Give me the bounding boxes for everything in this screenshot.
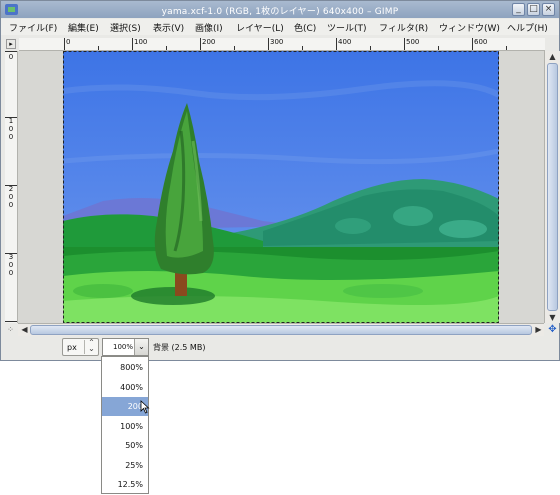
ruler-label: 300	[270, 38, 284, 46]
menu-file[interactable]: ファイル(F)	[9, 21, 57, 34]
ruler-label: 200	[202, 38, 216, 46]
menu-select[interactable]: 選択(S)	[110, 21, 141, 34]
vertical-scrollbar[interactable]: ▲ ▼	[544, 51, 560, 323]
zoom-option-50[interactable]: 50%	[102, 436, 148, 455]
horizontal-ruler: 0 100 200 300 400 500 600	[19, 38, 545, 51]
scroll-up-icon[interactable]: ▲	[546, 51, 559, 62]
ruler-digit: 0	[8, 133, 14, 141]
ruler-minor-tick	[98, 46, 99, 50]
ruler-tick	[404, 38, 405, 50]
ruler-minor-tick	[370, 46, 371, 50]
ruler-digit: 0	[8, 269, 14, 277]
zoom-value: 100%	[113, 343, 134, 351]
ruler-minor-tick	[438, 46, 439, 50]
scroll-down-icon[interactable]: ▼	[546, 312, 559, 323]
ruler-tick	[5, 51, 17, 52]
ruler-tick	[5, 117, 17, 118]
menu-bar: ファイル(F) 編集(E) 選択(S) 表示(V) 画像(I) レイヤー(L) …	[1, 19, 559, 35]
ruler-tick	[5, 253, 17, 254]
ruler-digit: 1	[8, 117, 14, 125]
zoom-option-25[interactable]: 25%	[102, 456, 148, 475]
menu-windows[interactable]: ウィンドウ(W)	[439, 21, 500, 34]
maximize-button[interactable]: □	[527, 3, 540, 16]
mouse-pointer-icon	[140, 400, 150, 414]
window-title: yama.xcf-1.0 (RGB, 1枚のレイヤー) 640x400 – GI…	[161, 7, 399, 17]
ruler-label: 500	[406, 38, 420, 46]
ruler-digit: 0	[8, 193, 14, 201]
ruler-digit: 3	[8, 253, 14, 261]
ruler-tick	[132, 38, 133, 50]
vertical-scroll-thumb[interactable]	[547, 63, 558, 311]
unit-spin-icon[interactable]: ⌃ ⌄	[84, 339, 98, 354]
ruler-tick	[64, 38, 65, 50]
unit-value: px	[67, 343, 77, 352]
ruler-tick	[472, 38, 473, 50]
unit-selector[interactable]: px ⌃ ⌄	[62, 338, 99, 356]
ruler-digit: 0	[8, 125, 14, 133]
ruler-digit: 0	[8, 201, 14, 209]
ruler-digit: 2	[8, 185, 14, 193]
zoom-option-800[interactable]: 800%	[102, 358, 148, 377]
ruler-label: 600	[474, 38, 488, 46]
zoom-option-12-5[interactable]: 12.5%	[102, 475, 148, 494]
close-button[interactable]: ×	[542, 3, 555, 16]
menu-image[interactable]: 画像(I)	[195, 21, 223, 34]
layer-info-text: 背景 (2.5 MB)	[153, 343, 206, 352]
ruler-tick	[336, 38, 337, 50]
horizontal-scroll-thumb[interactable]	[30, 325, 532, 335]
menu-edit[interactable]: 編集(E)	[68, 21, 99, 34]
menu-filters[interactable]: フィルタ(R)	[379, 21, 428, 34]
ruler-minor-tick	[234, 46, 235, 50]
menu-colors[interactable]: 色(C)	[294, 21, 316, 34]
zoom-option-400[interactable]: 400%	[102, 378, 148, 397]
ruler-tick	[200, 38, 201, 50]
menu-layer[interactable]: レイヤー(L)	[236, 21, 284, 34]
ruler-tick	[5, 321, 17, 322]
quick-mask-icon[interactable]: ⁘	[5, 324, 16, 335]
title-bar[interactable]: yama.xcf-1.0 (RGB, 1枚のレイヤー) 640x400 – GI…	[1, 1, 559, 18]
ruler-digit: 0	[8, 261, 14, 269]
menu-view[interactable]: 表示(V)	[153, 21, 184, 34]
ruler-minor-tick	[506, 46, 507, 50]
navigation-cross-icon[interactable]: ✥	[546, 324, 559, 335]
menu-arrow-button[interactable]: ▸	[6, 39, 16, 49]
image-canvas-area[interactable]	[18, 51, 544, 323]
zoom-dropdown-menu: 800% 400% 200 100% 50% 25% 12.5%	[101, 356, 149, 494]
ruler-label: 100	[134, 38, 148, 46]
ruler-tick	[268, 38, 269, 50]
horizontal-scrollbar[interactable]: ◀ ▶	[18, 323, 544, 336]
ruler-minor-tick	[302, 46, 303, 50]
minimize-button[interactable]: _	[512, 3, 525, 16]
ruler-label: 0	[66, 38, 71, 46]
landscape-painting[interactable]	[63, 51, 499, 323]
ruler-minor-tick	[166, 46, 167, 50]
ruler-label: 400	[338, 38, 352, 46]
menu-tools[interactable]: ツール(T)	[327, 21, 367, 34]
ruler-tick	[5, 185, 17, 186]
gimp-image-window: yama.xcf-1.0 (RGB, 1枚のレイヤー) 640x400 – GI…	[0, 0, 560, 361]
ruler-label: 0	[8, 53, 14, 61]
chevron-down-icon[interactable]: ⌄	[134, 339, 148, 355]
zoom-option-100[interactable]: 100%	[102, 417, 148, 436]
vertical-ruler: 0 1 0 0 2 0 0 3 0 0	[5, 51, 18, 323]
zoom-combo[interactable]: 100% ⌄	[102, 338, 149, 356]
menu-help[interactable]: ヘルプ(H)	[507, 21, 548, 34]
scroll-right-icon[interactable]: ▶	[532, 324, 545, 335]
